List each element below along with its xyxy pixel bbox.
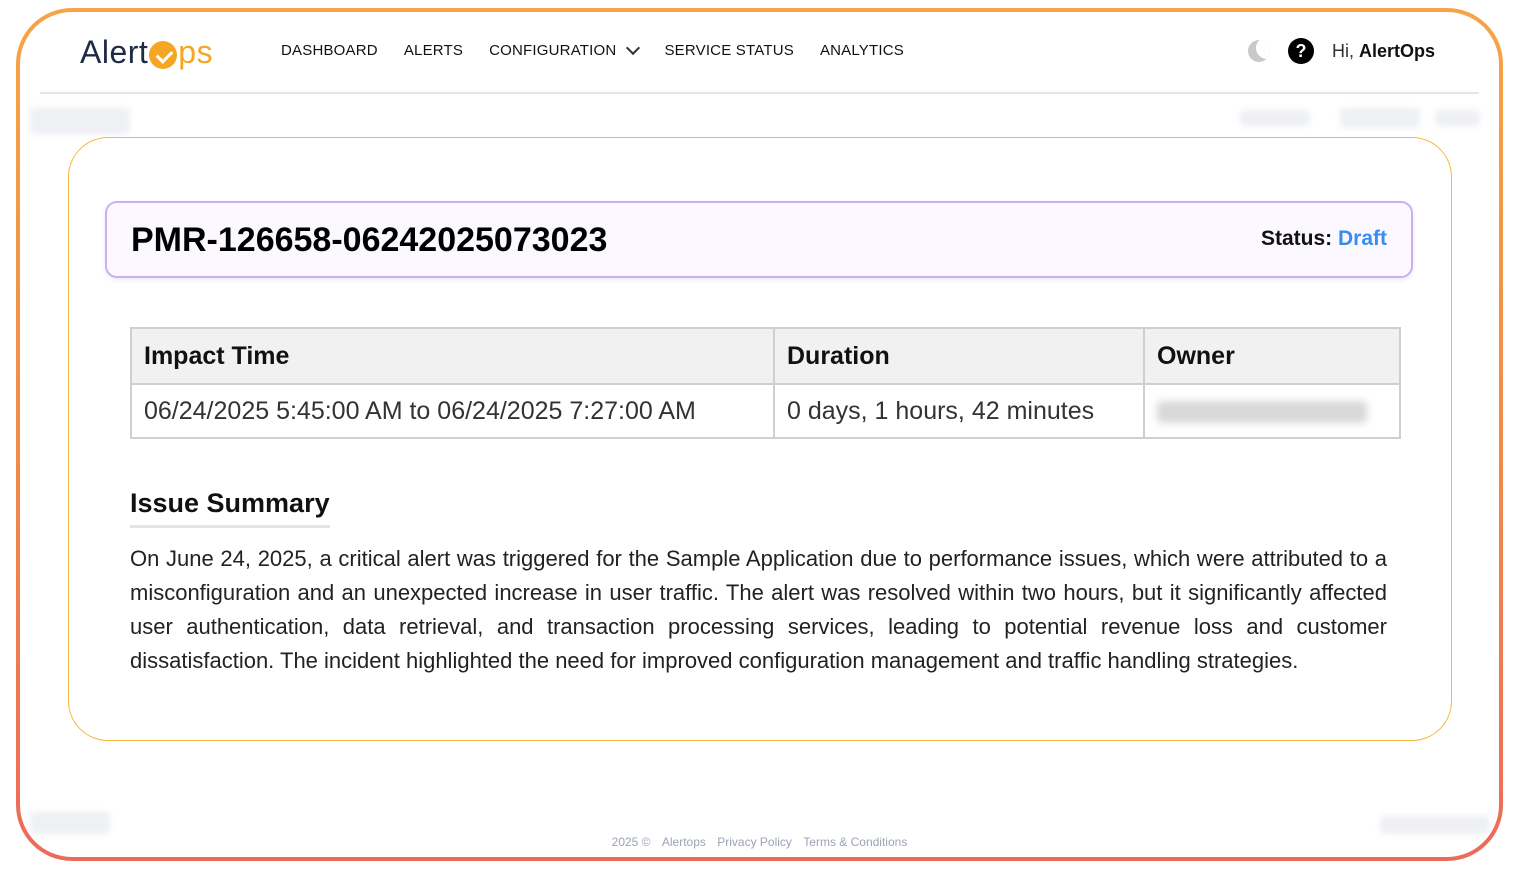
clock-check-icon [149,40,178,69]
logo-text-ps: ps [178,34,214,70]
nav-service-status-label: SERVICE STATUS [664,42,794,59]
user-greeting[interactable]: Hi, AlertOps [1332,41,1435,62]
nav-alerts-label: ALERTS [403,42,464,59]
impact-table: Impact Time Duration Owner 06/24/2025 5:… [130,327,1401,439]
issue-summary-heading: Issue Summary [130,488,330,528]
main-nav: DASHBOARD ALERTS CONFIGURATION SERVICE S… [281,40,904,59]
nav-dashboard[interactable]: DASHBOARD [281,42,378,59]
background-blurred-content [1240,110,1310,126]
background-blurred-content [1435,110,1480,126]
dark-mode-moon-icon[interactable] [1247,40,1270,62]
col-impact-time: Impact Time [130,327,775,385]
table-header-row: Impact Time Duration Owner [130,327,1401,385]
nav-configuration-label: CONFIGURATION [489,42,617,59]
privacy-policy-link[interactable]: Privacy Policy [717,835,792,849]
table-row: 06/24/2025 5:45:00 AM to 06/24/2025 7:27… [130,383,1401,439]
app-window: Alert ps DASHBOARD ALERTS CONFIGURATION S… [20,12,1499,857]
background-blurred-content [1380,816,1490,834]
alertops-logo[interactable]: Alert ps [80,34,213,71]
col-owner: Owner [1143,327,1401,385]
nav-service-status[interactable]: SERVICE STATUS [664,42,794,59]
background-blurred-content [30,108,130,134]
nav-alerts[interactable]: ALERTS [404,42,463,59]
terms-conditions-link[interactable]: Terms & Conditions [803,835,907,849]
greeting-text: Hi, [1331,40,1354,61]
nav-analytics-label: ANALYTICS [819,42,904,59]
status-label: Status: [1260,227,1333,250]
owner-value [1143,383,1401,439]
nav-analytics[interactable]: ANALYTICS [820,42,904,59]
help-icon[interactable]: ? [1287,38,1314,64]
impact-time-value: 06/24/2025 5:45:00 AM to 06/24/2025 7:27… [130,383,775,439]
owner-blurred [1157,400,1367,423]
header-tools: ? Hi, AlertOps [1247,38,1435,64]
footer-copyright: 2025 © [611,835,651,849]
col-duration: Duration [773,327,1145,385]
background-blurred-content [1340,108,1420,128]
logo-text-alert: Alert [80,34,149,70]
top-navigation-bar: Alert ps DASHBOARD ALERTS CONFIGURATION S… [40,12,1479,94]
nav-dashboard-label: DASHBOARD [281,42,378,59]
status-value: Draft [1337,227,1387,250]
pmr-header: PMR-126658-06242025073023 Status: Draft [105,201,1413,278]
nav-configuration[interactable]: CONFIGURATION [489,40,641,59]
status-badge: Status: Draft [1261,227,1387,251]
footer: 2025 © Alertops Privacy Policy Terms & C… [20,835,1499,849]
screenshot-frame: Alert ps DASHBOARD ALERTS CONFIGURATION S… [16,8,1503,861]
pmr-id: PMR-126658-06242025073023 [131,221,608,259]
user-name: AlertOps [1358,40,1435,61]
footer-brand-link[interactable]: Alertops [662,835,706,849]
duration-value: 0 days, 1 hours, 42 minutes [773,383,1145,439]
issue-summary-text: On June 24, 2025, a critical alert was t… [130,546,1387,673]
background-blurred-content [30,812,110,834]
chevron-down-icon [626,40,641,55]
pmr-report-card: PMR-126658-06242025073023 Status: Draft … [68,137,1452,741]
